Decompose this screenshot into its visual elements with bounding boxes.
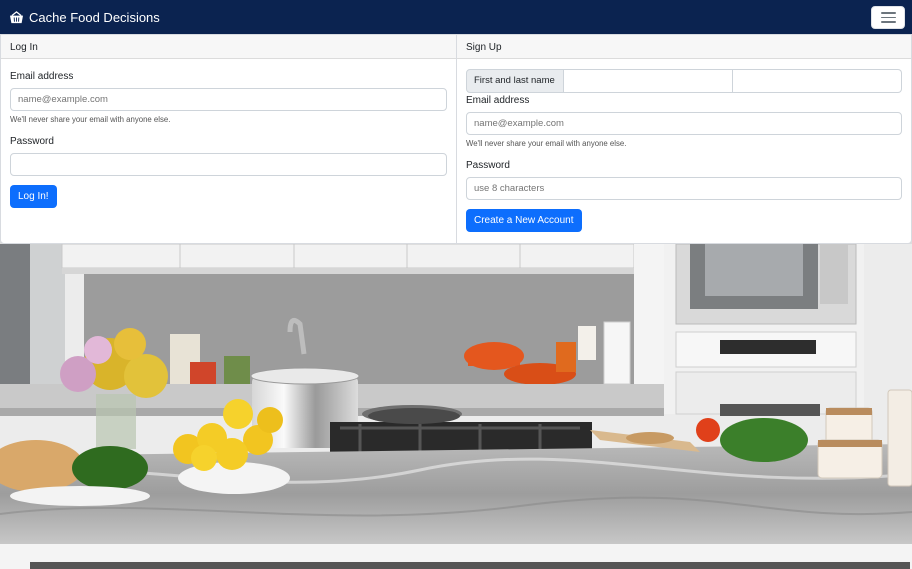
hamburger-menu-icon: [880, 12, 896, 14]
signup-email-label: Email address: [466, 95, 530, 106]
auth-panel: Log In Email address We'll never share y…: [0, 34, 912, 244]
signup-card: Sign Up First and last name Email addres…: [457, 35, 911, 243]
name-input-group: First and last name: [466, 69, 902, 93]
signup-header: Sign Up: [457, 35, 911, 59]
signup-password-input[interactable]: [466, 177, 902, 200]
kitchen-background-image: [0, 244, 912, 569]
login-button[interactable]: Log In!: [10, 185, 57, 208]
login-email-help: We'll never share your email with anyone…: [10, 115, 171, 124]
login-email-input[interactable]: [10, 88, 447, 111]
name-label: First and last name: [466, 69, 564, 93]
login-email-label: Email address: [10, 71, 74, 82]
login-card: Log In Email address We'll never share y…: [1, 35, 457, 243]
login-password-label: Password: [10, 136, 54, 147]
first-name-input[interactable]: [564, 69, 733, 93]
login-header: Log In: [1, 35, 456, 59]
menu-toggle-button[interactable]: [871, 6, 905, 29]
last-name-input[interactable]: [733, 69, 902, 93]
kitchen-illustration: [0, 244, 912, 569]
login-password-input[interactable]: [10, 153, 447, 176]
signup-password-label: Password: [466, 160, 510, 171]
navbar: Cache Food Decisions: [0, 0, 912, 34]
basket-icon: [10, 10, 23, 23]
brand-link[interactable]: Cache Food Decisions: [9, 10, 160, 25]
signup-email-input[interactable]: [466, 112, 902, 135]
brand-name: Cache Food Decisions: [29, 9, 160, 25]
create-account-button[interactable]: Create a New Account: [466, 209, 582, 232]
signup-email-help: We'll never share your email with anyone…: [466, 139, 627, 148]
